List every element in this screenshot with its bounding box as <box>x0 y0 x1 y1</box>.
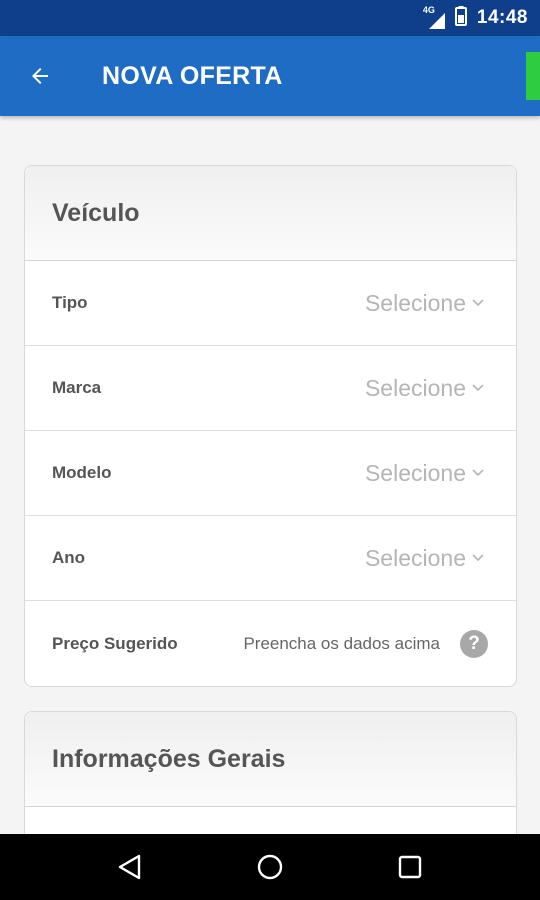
field-row-tipo[interactable]: Tipo Selecione <box>25 261 516 346</box>
nav-home-button[interactable] <box>240 837 300 897</box>
battery-icon <box>454 5 467 31</box>
green-tab[interactable] <box>526 52 540 100</box>
nav-recents-button[interactable] <box>380 837 440 897</box>
marca-select[interactable]: Selecione <box>365 375 484 402</box>
field-row-marca[interactable]: Marca Selecione <box>25 346 516 431</box>
vehicle-card-header: Veículo <box>25 166 516 261</box>
chevron-down-icon <box>472 299 484 307</box>
field-row-modelo[interactable]: Modelo Selecione <box>25 431 516 516</box>
back-button[interactable] <box>0 36 80 116</box>
arrow-left-icon <box>32 68 48 84</box>
tipo-select[interactable]: Selecione <box>365 290 484 317</box>
chevron-down-icon <box>472 384 484 392</box>
select-value: Selecione <box>364 459 466 486</box>
system-nav-bar <box>0 834 540 900</box>
select-value: Selecione <box>364 289 466 316</box>
page-title: NOVA OFERTA <box>102 61 283 90</box>
price-hint: Preencha os dados acima <box>243 633 440 653</box>
field-label: Preço Sugerido <box>52 633 178 653</box>
field-label: Ano <box>52 548 86 567</box>
status-icons: 4G 14:48 <box>423 5 528 31</box>
form-content[interactable]: Veículo Tipo Selecione Marca Selecione M… <box>0 116 540 834</box>
ano-select[interactable]: Selecione <box>365 545 484 572</box>
nav-back-button[interactable] <box>100 837 160 897</box>
vehicle-card: Veículo Tipo Selecione Marca Selecione M… <box>24 165 517 687</box>
field-label: Marca <box>52 378 102 397</box>
field-row-preco: Preço Sugerido Preencha os dados acima ? <box>25 601 516 686</box>
back-triangle-icon <box>118 854 141 880</box>
app-bar: NOVA OFERTA <box>0 36 540 116</box>
chevron-down-icon <box>472 469 484 477</box>
clock: 14:48 <box>476 7 528 28</box>
chevron-down-icon <box>472 554 484 562</box>
field-row-ano[interactable]: Ano Selecione <box>25 516 516 601</box>
select-value: Selecione <box>364 374 466 401</box>
signal-icon: 4G <box>423 5 445 29</box>
recents-square-icon <box>398 855 422 879</box>
home-circle-icon <box>257 854 283 880</box>
general-card-header: Informações Gerais <box>25 712 516 807</box>
modelo-select[interactable]: Selecione <box>365 460 484 487</box>
select-value: Selecione <box>364 544 466 571</box>
help-icon[interactable]: ? <box>460 629 488 658</box>
field-label: Tipo <box>52 293 88 312</box>
general-card-title: Informações Gerais <box>52 744 286 773</box>
vehicle-card-title: Veículo <box>52 198 140 227</box>
status-bar: 4G 14:48 <box>0 0 540 36</box>
field-label: Modelo <box>52 463 112 482</box>
general-info-card: Informações Gerais <box>24 711 517 834</box>
